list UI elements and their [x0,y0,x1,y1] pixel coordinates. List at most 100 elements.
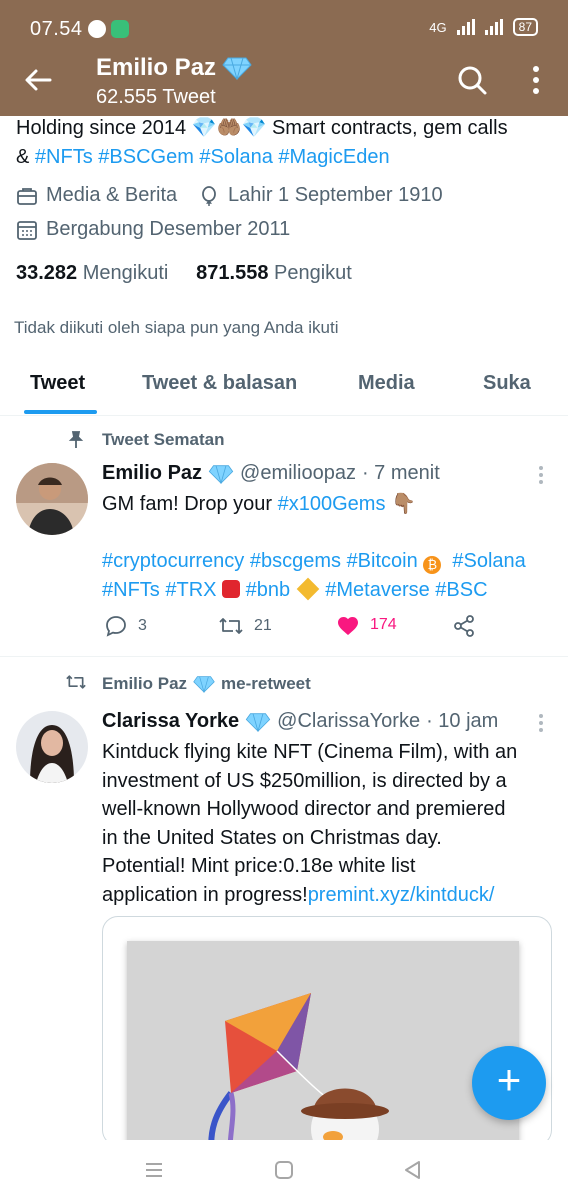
tweet-actions: 3 21 174 [102,614,522,644]
hashtag[interactable]: #bscgems [250,550,341,572]
bio-tag[interactable]: #BSCGem [98,146,194,168]
tab-tweet[interactable]: Tweet [30,372,85,395]
tweet-body: Kintduck flying kite NFT (Cinema Film), … [102,738,554,909]
hashtag[interactable]: #Bitcoin [347,550,418,572]
active-tab-indicator [24,410,97,414]
hashtag[interactable]: #Solana [452,550,525,572]
network-label: 4G [429,19,447,35]
like-count: 174 [370,616,397,633]
tweet-divider [0,656,568,657]
follow-stats: 33.282 Mengikuti 871.558 Pengikut [16,262,352,285]
share-button[interactable] [452,614,476,638]
birth-text: Lahir 1 September 1910 [228,184,443,206]
reply-icon [106,616,126,637]
search-icon[interactable] [456,64,488,96]
tweet-more-icon[interactable] [538,713,544,733]
balloon-icon [202,185,216,206]
tweet-text: GM fam! Drop your [102,493,273,515]
recent-apps-icon[interactable] [143,1160,165,1180]
bio-tag[interactable]: #Solana [199,146,272,168]
profile-header: Emilio Paz 62.555 Tweet [0,50,568,116]
tweet-line: Potential! Mint price:0.18e white list [102,855,416,877]
tweet-line: #cryptocurrency #bscgems #Bitcoin ₿ #Sol… [102,547,554,576]
header-name: Emilio Paz [96,54,252,82]
kite-illustration [208,993,389,1145]
not-followed-note: Tidak diikuti oleh siapa pun yang Anda i… [14,318,339,337]
following-label: Mengikuti [82,262,169,284]
back-arrow-icon[interactable] [22,64,54,96]
tweet-link[interactable]: premint.xyz/kintduck/ [308,884,495,906]
tweet-line: Kintduck flying kite NFT (Cinema Film), … [102,741,518,763]
bnb-emoji [296,577,319,600]
retweet-button[interactable]: 21 [218,614,272,638]
avatar[interactable] [16,463,88,535]
bio-tag[interactable]: #MagicEden [278,146,389,168]
hashtag[interactable]: #x100Gems [278,493,386,515]
profile-tabs: Tweet Tweet & balasan Media Suka [0,356,568,416]
profile-birth: Lahir 1 September 1910 [198,184,443,207]
header-tweet-count: 62.555 Tweet [96,86,216,108]
tweet-author[interactable]: Clarissa Yorke [102,710,239,733]
kite-nft-image [127,941,519,1145]
reply-button[interactable]: 3 [104,614,147,638]
followers-count: 871.558 [196,262,269,284]
home-icon[interactable] [273,1160,295,1180]
hashtag[interactable]: #NFTs [102,579,160,601]
tweet-time: · 10 jam [426,710,499,732]
bitcoin-emoji: ₿ [423,556,442,574]
following-link[interactable]: 33.282 Mengikuti [16,262,168,284]
tweet-line: well-known Hollywood director and premie… [102,798,506,820]
hashtag[interactable]: #TRX [165,579,216,601]
briefcase-icon [17,187,37,205]
compose-plus-icon: + [496,1056,522,1103]
more-options-icon[interactable] [530,64,542,96]
tweet-text: application in progress! [102,883,308,906]
hashtag[interactable]: #cryptocurrency [102,550,244,572]
retweet-count: 21 [254,617,272,634]
bio-line-2: & #NFTs #BSCGem #Solana #MagicEden [16,143,556,172]
tweet-author[interactable]: Emilio Paz [102,462,202,485]
following-count: 33.282 [16,262,78,284]
tweet-handle[interactable]: @emilioopaz [240,462,356,485]
tweet-line: #NFTs #TRX #bnb #Metaverse #BSC [102,576,554,605]
signal-icon [456,19,475,35]
hashtag[interactable]: #bnb [246,579,291,601]
tab-media[interactable]: Media [358,372,415,395]
tab-tweet-replies[interactable]: Tweet & balasan [142,372,297,395]
status-time: 07.54 [30,18,83,40]
battery-icon: 87 [512,18,538,36]
reply-count: 3 [138,617,147,634]
pinned-text: Tweet Sematan [102,430,225,449]
tab-likes[interactable]: Suka [483,372,531,395]
retweeter-name[interactable]: Emilio Paz [102,674,187,694]
bio-line-1: Holding since 2014 💎🤲🏽💎 Smart contracts,… [16,117,508,139]
diamond-icon [208,464,234,484]
avatar[interactable] [16,711,88,783]
signal-2-icon [484,19,503,35]
bio-tag[interactable]: #NFTs [35,146,93,168]
joined-text: Bergabung Desember 2011 [46,218,291,240]
retweet-context: Emilio Paz me-retweet [102,674,311,694]
compose-tweet-button[interactable]: + [472,1046,546,1120]
pinned-label: Tweet Sematan [102,430,225,450]
tweet-header: Clarissa Yorke @ClarissaYorke · 10 jam [102,710,498,733]
hashtag[interactable]: #Metaverse [325,579,430,601]
tweet-more-icon[interactable] [538,465,544,485]
category-text: Media & Berita [46,184,178,206]
diamond-icon [193,676,215,693]
followers-link[interactable]: 871.558 Pengikut [196,262,352,284]
calendar-icon [17,220,37,240]
tweet-line: GM fam! Drop your #x100Gems 👇🏽 [102,490,554,519]
tweet-handle[interactable]: @ClarissaYorke [277,710,420,733]
back-icon[interactable] [402,1160,424,1180]
like-button[interactable]: 174 [336,614,397,636]
chrome-icon [88,20,106,38]
chat-notification-icon [111,20,129,38]
hashtag[interactable]: #BSC [435,579,487,601]
bio-amp: & [16,146,35,168]
tweet-emoji: 👇🏽 [391,493,416,515]
followers-label: Pengikut [274,262,352,284]
diamond-icon [245,712,271,732]
profile-bio: Holding since 2014 💎🤲🏽💎 Smart contracts,… [16,114,556,172]
